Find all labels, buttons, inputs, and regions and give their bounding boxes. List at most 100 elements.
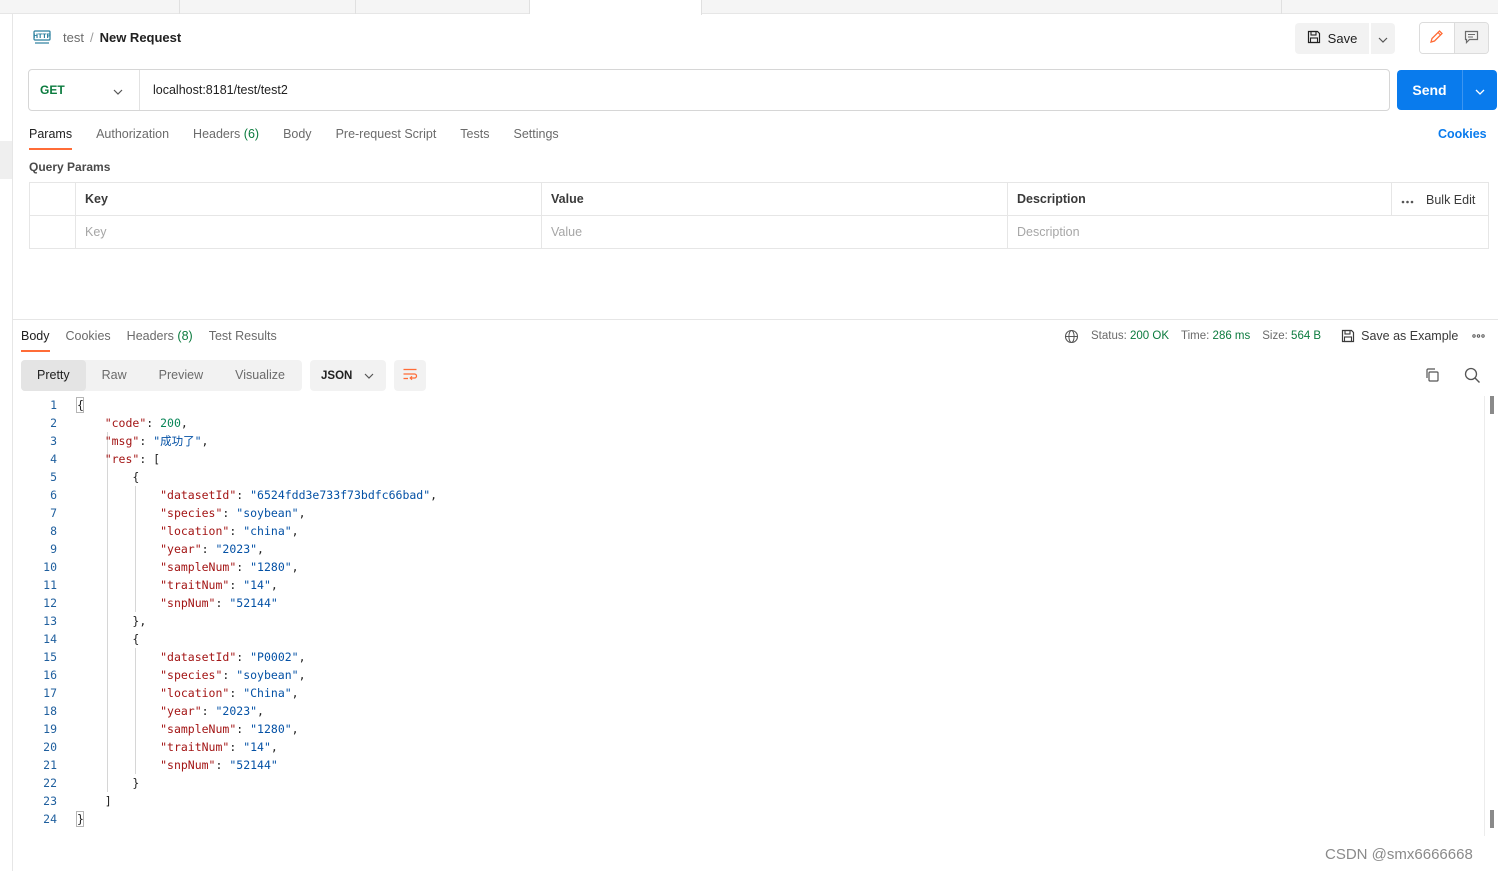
json-key: "snpNum" (160, 596, 216, 610)
tab-tests[interactable]: Tests (460, 126, 489, 150)
json-punct (77, 614, 132, 628)
json-punct: : (215, 596, 230, 610)
line-number: 22 (43, 776, 57, 790)
json-punct: , (291, 560, 299, 574)
send-options-button[interactable] (1463, 70, 1497, 110)
wrap-lines-icon (402, 367, 418, 384)
response-tab-cookies[interactable]: Cookies (66, 328, 111, 352)
breadcrumb-separator: / (89, 30, 94, 45)
json-punct: { (132, 632, 140, 646)
param-key-input[interactable]: Key (75, 216, 541, 249)
size-value: 564 B (1291, 330, 1322, 342)
json-punct: , (430, 488, 438, 502)
wrap-lines-button[interactable] (394, 360, 426, 391)
tab-label: Body (283, 127, 312, 141)
save-as-example-button[interactable]: Save as Example (1341, 329, 1458, 343)
code-line: 8 "location": "china", (13, 522, 1473, 540)
send-button[interactable]: Send (1397, 70, 1463, 110)
response-meta: Status: 200 OK Time: 286 ms Size: 564 B … (1064, 328, 1486, 344)
view-mode-raw[interactable]: Raw (86, 360, 143, 391)
json-punct: { (132, 470, 140, 484)
more-icon[interactable] (1401, 193, 1414, 207)
json-punct: } (77, 812, 84, 826)
more-icon[interactable] (1472, 334, 1486, 338)
window-tab[interactable] (0, 0, 180, 14)
json-string: "6524fdd3e733f73bdfc66bad" (250, 488, 431, 502)
size-readout[interactable]: Size: 564 B (1262, 330, 1321, 342)
params-checkbox-col (30, 183, 75, 216)
code-line: 5 { (13, 468, 1473, 486)
window-tab-active[interactable] (530, 0, 702, 15)
time-value: 286 ms (1212, 330, 1251, 342)
view-mode-pretty[interactable]: Pretty (21, 360, 86, 391)
method-select[interactable]: GET (29, 70, 140, 110)
json-string: "52144" (229, 596, 278, 610)
format-select[interactable]: JSON (310, 360, 386, 391)
response-tab-body[interactable]: Body (21, 328, 50, 352)
line-number: 3 (50, 434, 57, 448)
edit-mode-button[interactable] (1420, 23, 1455, 53)
json-key: "sampleNum" (160, 722, 237, 736)
tab-label: Cookies (65, 329, 111, 343)
save-icon (1307, 30, 1321, 47)
status-readout[interactable]: Status: 200 OK (1091, 330, 1169, 342)
json-punct: , (180, 416, 188, 430)
code-text: "datasetId": "6524fdd3e733f73bdfc66bad", (77, 486, 437, 504)
tab-headers[interactable]: Headers (6) (193, 126, 259, 150)
line-number: 23 (43, 794, 57, 808)
window-tab-empty (702, 0, 1282, 14)
json-punct: : (139, 434, 154, 448)
param-value-input[interactable]: Value (541, 216, 1007, 249)
tab-pre-request-script[interactable]: Pre-request Script (336, 126, 437, 150)
time-readout[interactable]: Time: 286 ms (1181, 330, 1250, 342)
json-punct (77, 776, 132, 790)
breadcrumb-parent[interactable]: test (63, 30, 84, 45)
view-mode-visualize[interactable]: Visualize (219, 360, 301, 391)
globe-icon[interactable] (1064, 329, 1079, 344)
tab-body[interactable]: Body (283, 126, 312, 150)
json-punct (77, 434, 105, 448)
view-mode-preview[interactable]: Preview (143, 360, 219, 391)
bulk-edit-button[interactable]: Bulk Edit (1391, 183, 1488, 216)
tab-label: Body (21, 329, 50, 343)
code-line: 17 "location": "China", (13, 684, 1473, 702)
line-number: 2 (50, 416, 57, 430)
window-tab[interactable] (356, 0, 530, 14)
tab-authorization[interactable]: Authorization (96, 126, 169, 150)
scrollbar-marker (1490, 810, 1494, 828)
code-text: "location": "China", (77, 684, 299, 702)
save-as-example-label: Save as Example (1361, 329, 1459, 343)
line-number: 6 (50, 488, 57, 502)
save-options-button[interactable] (1371, 23, 1395, 54)
pane-divider[interactable] (13, 319, 1498, 320)
json-punct (77, 524, 160, 538)
tab-settings[interactable]: Settings (513, 126, 558, 150)
line-number: 16 (43, 668, 57, 682)
comments-button[interactable] (1454, 23, 1488, 53)
json-punct (77, 758, 160, 772)
code-scrollbar[interactable] (1484, 396, 1498, 836)
json-punct (77, 740, 160, 754)
response-body-viewer[interactable]: 1{2 "code": 200, 3 "msg": "成功了", 4 "res": … (13, 396, 1483, 836)
response-tab-test-results[interactable]: Test Results (209, 328, 277, 352)
save-button[interactable]: Save (1295, 23, 1369, 54)
response-tab-headers[interactable]: Headers (8) (127, 328, 193, 352)
params-value-header: Value (541, 183, 1007, 216)
url-input[interactable] (140, 70, 1389, 110)
window-tab[interactable] (180, 0, 356, 14)
json-punct (77, 506, 160, 520)
url-bar: GET (28, 69, 1390, 111)
tab-params[interactable]: Params (29, 126, 73, 150)
copy-icon[interactable] (1424, 367, 1440, 386)
format-label: JSON (321, 369, 353, 382)
request-name[interactable]: New Request (100, 30, 182, 45)
search-icon[interactable] (1464, 367, 1481, 387)
json-punct: , (270, 578, 278, 592)
sidebar-marker (0, 141, 12, 179)
cookies-link[interactable]: Cookies (1438, 126, 1487, 142)
code-text: "species": "soybean", (77, 666, 305, 684)
comment-icon (1464, 30, 1479, 47)
json-punct: : (146, 416, 161, 430)
json-number: 200 (160, 416, 181, 430)
param-description-input[interactable]: Description (1007, 216, 1488, 249)
